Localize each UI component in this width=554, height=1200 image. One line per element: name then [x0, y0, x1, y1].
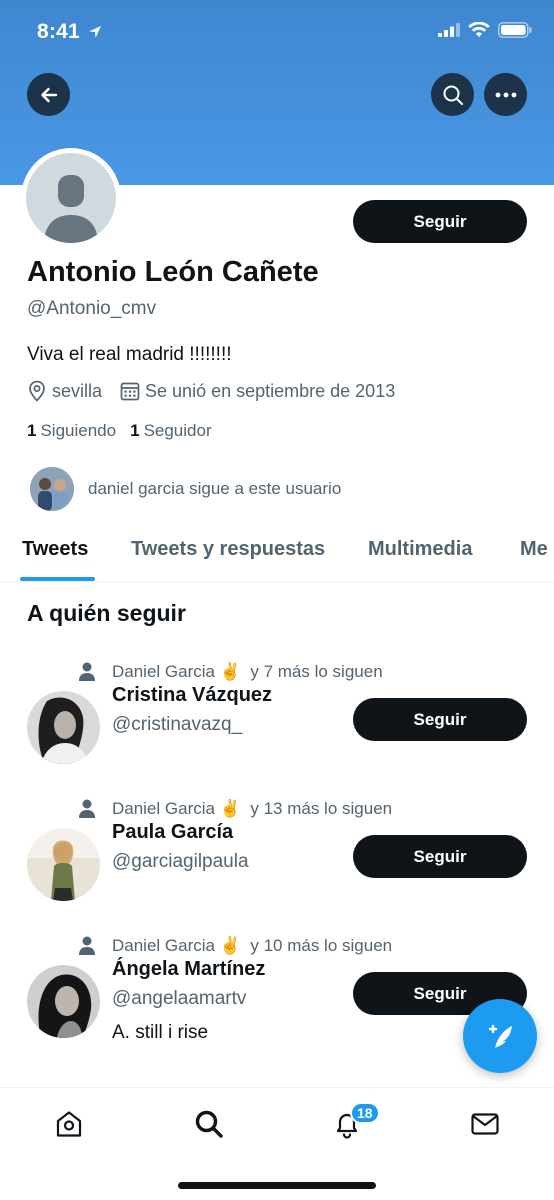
who-to-follow-title: A quién seguir: [27, 600, 186, 626]
following-label: Siguiendo: [40, 421, 117, 440]
profile-name: Antonio León Cañete: [27, 256, 319, 288]
following-count: 1: [27, 421, 37, 440]
calendar-icon: [120, 382, 140, 401]
more-dots-icon: [495, 92, 516, 97]
arrow-left-icon: [40, 87, 57, 102]
compose-feather-icon: [488, 1024, 512, 1048]
suggestion-context: Daniel Garcia ✌️ y 13 más lo siguen: [78, 799, 392, 819]
tab-tweets[interactable]: Tweets: [22, 538, 88, 561]
suggestion-handle: @garciagilpaula: [112, 851, 249, 872]
follower-photo: [30, 467, 74, 511]
followed-by-row[interactable]: daniel garcia sigue a este usuario: [30, 467, 341, 511]
profile-location-text: sevilla: [52, 380, 103, 401]
tab-media[interactable]: Multimedia: [368, 538, 472, 561]
suggestion-card[interactable]: Daniel Garcia ✌️ y 7 más lo siguen Crist…: [0, 662, 554, 792]
profile-avatar: [26, 153, 116, 243]
suggestion-context: Daniel Garcia ✌️ y 7 más lo siguen: [78, 662, 383, 682]
person-icon: [79, 799, 95, 818]
nav-home[interactable]: [49, 1104, 89, 1144]
context-rest: y 7 más lo siguen: [250, 662, 383, 681]
profile-avatar-frame[interactable]: [21, 148, 121, 248]
suggestion-card[interactable]: Daniel Garcia ✌️ y 13 más lo siguen Paul…: [0, 799, 554, 929]
followed-by-text: daniel garcia sigue a este usuario: [88, 479, 342, 498]
follow-button[interactable]: Seguir: [353, 200, 527, 243]
default-avatar-icon: [44, 175, 98, 243]
profile-handle: @Antonio_cmv: [27, 298, 157, 319]
followers-label: Seguidor: [143, 421, 212, 440]
status-indicators: [438, 22, 532, 38]
search-icon: [443, 85, 463, 105]
person-icon: [79, 936, 95, 955]
compose-tweet-button[interactable]: [463, 999, 537, 1073]
context-name: Daniel Garcia: [112, 662, 215, 681]
home-indicator: [178, 1182, 376, 1189]
home-icon: [56, 1111, 82, 1137]
suggestion-context: Daniel Garcia ✌️ y 10 más lo siguen: [78, 936, 392, 956]
followers-link[interactable]: 1 Seguidor: [130, 421, 212, 441]
context-rest: y 13 más lo siguen: [250, 799, 393, 818]
more-options-button[interactable]: [484, 73, 527, 116]
active-tab-indicator: [20, 577, 95, 581]
follow-counts: 1 Siguiendo 1 Seguidor: [27, 421, 226, 441]
context-emoji: ✌️: [219, 662, 241, 681]
nav-search[interactable]: [189, 1104, 229, 1144]
status-time: 8:41: [37, 20, 80, 43]
context-emoji: ✌️: [219, 936, 241, 955]
context-name: Daniel Garcia: [112, 936, 215, 955]
suggestion-photo: [27, 828, 100, 901]
following-link[interactable]: 1 Siguiendo: [27, 421, 116, 441]
follower-avatar: [30, 467, 74, 511]
context-rest: y 10 más lo siguen: [250, 936, 393, 955]
followers-count: 1: [130, 421, 140, 440]
profile-joined-text: Se unió en septiembre de 2013: [145, 380, 396, 401]
profile-location: sevilla: [27, 380, 102, 402]
location-arrow-icon: [89, 26, 101, 38]
suggestion-handle: @cristinavazq_: [112, 714, 243, 735]
context-emoji: ✌️: [219, 799, 241, 818]
profile-joined: Se unió en septiembre de 2013: [120, 381, 395, 402]
suggestion-name: Paula García: [112, 821, 234, 843]
location-pin-icon: [29, 380, 45, 402]
suggestion-photo: [27, 965, 100, 1038]
back-button[interactable]: [27, 73, 70, 116]
notification-badge: 18: [350, 1102, 380, 1124]
nav-messages[interactable]: [465, 1104, 505, 1144]
profile-meta: sevilla Se unió en septiembre de 2013: [27, 380, 413, 402]
signal-icon: [438, 23, 460, 37]
suggestion-photo: [27, 691, 100, 764]
suggestion-name: Ángela Martínez: [112, 958, 266, 980]
suggestion-handle: @angelaamartv: [112, 988, 247, 1009]
status-bar: 8:41: [0, 0, 554, 64]
person-icon: [79, 662, 95, 681]
suggestion-avatar[interactable]: [27, 965, 100, 1038]
context-name: Daniel Garcia: [112, 799, 215, 818]
battery-icon: [498, 22, 532, 38]
messages-envelope-icon: [471, 1113, 499, 1135]
profile-bio: Viva el real madrid !!!!!!!!: [27, 344, 232, 365]
profile-tabs: Tweets Tweets y respuestas Multimedia Me: [0, 520, 554, 582]
search-icon: [195, 1110, 223, 1138]
suggestion-name: Cristina Vázquez: [112, 684, 273, 706]
wifi-icon: [468, 22, 490, 37]
suggestion-bio: A. still i rise: [112, 1022, 209, 1043]
search-button[interactable]: [431, 73, 474, 116]
tab-likes[interactable]: Me: [520, 538, 548, 561]
suggestion-follow-button[interactable]: Seguir: [353, 698, 527, 741]
tab-tweets-replies[interactable]: Tweets y respuestas: [131, 538, 325, 561]
suggestion-follow-button[interactable]: Seguir: [353, 835, 527, 878]
suggestion-avatar[interactable]: [27, 828, 100, 901]
suggestion-avatar[interactable]: [27, 691, 100, 764]
